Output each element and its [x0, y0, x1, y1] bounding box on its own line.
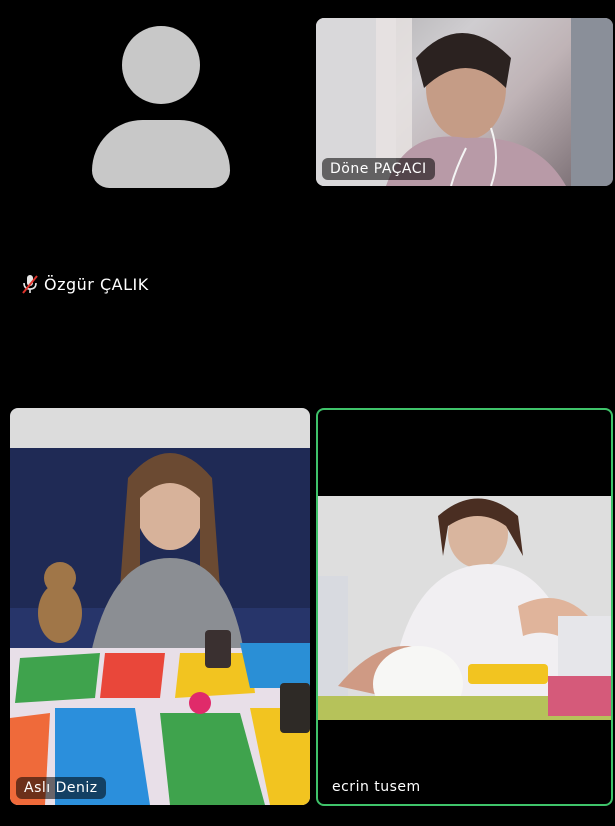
participant-name-row: Özgür ÇALIK — [22, 274, 149, 294]
participant-tile-ozgur[interactable]: Özgür ÇALIK — [8, 8, 308, 400]
avatar-placeholder-icon — [92, 26, 232, 190]
participant-tile-done[interactable]: Döne PAÇACI — [316, 18, 613, 186]
participant-tile-asli[interactable]: Aslı Deniz — [10, 408, 310, 805]
video-feed — [318, 496, 611, 720]
participant-name: ecrin tusem — [324, 776, 429, 798]
video-feed — [10, 408, 310, 805]
participant-name: Döne PAÇACI — [322, 158, 435, 180]
participant-tile-ecrin[interactable]: ecrin tusem — [316, 408, 613, 806]
microphone-muted-icon — [22, 275, 38, 294]
participant-name: Aslı Deniz — [16, 777, 106, 799]
participant-name: Özgür ÇALIK — [44, 274, 149, 294]
